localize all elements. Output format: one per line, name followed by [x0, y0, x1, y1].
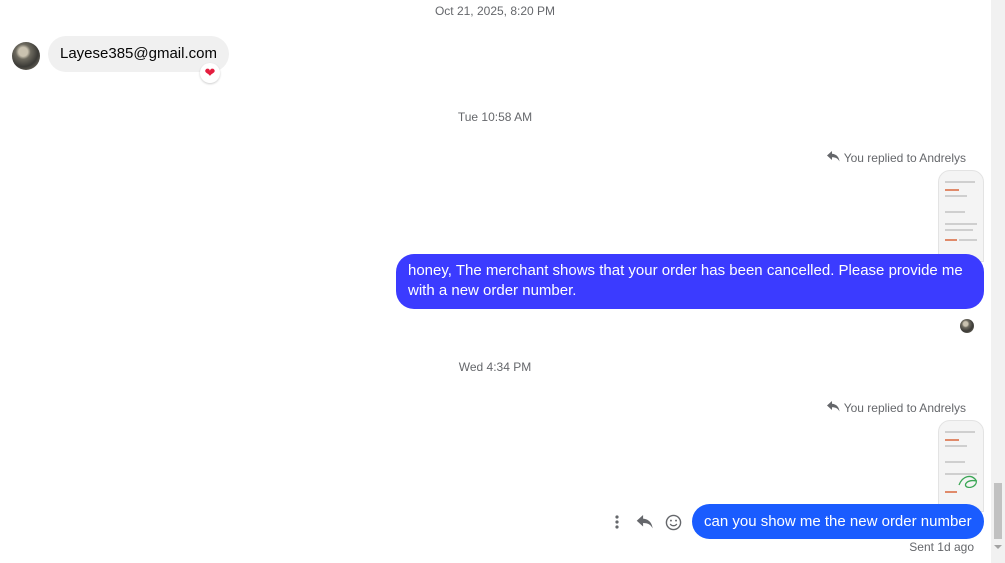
scrollbar-thumb[interactable]	[994, 483, 1002, 539]
message-text: Layese385@gmail.com	[60, 45, 217, 62]
smiley-icon[interactable]	[661, 510, 685, 534]
reply-context-label: You replied to Andrelys	[826, 401, 966, 415]
outgoing-message-bubble[interactable]: can you show me the new order number	[692, 504, 984, 539]
heart-reaction-icon[interactable]: ❤	[200, 63, 220, 83]
contact-avatar[interactable]	[12, 42, 40, 70]
message-text: honey, The merchant shows that your orde…	[408, 262, 963, 299]
reply-label-text: You replied to Andrelys	[843, 151, 966, 165]
outgoing-message-bubble[interactable]: honey, The merchant shows that your orde…	[396, 254, 984, 309]
more-vertical-icon[interactable]	[605, 510, 629, 534]
seen-avatar	[960, 319, 974, 333]
message-status: Sent 1d ago	[909, 540, 974, 554]
reply-icon[interactable]	[633, 510, 657, 534]
reply-context-label: You replied to Andrelys	[826, 151, 966, 165]
timestamp-divider: Wed 4:34 PM	[458, 360, 532, 374]
timestamp-divider: Tue 10:58 AM	[457, 110, 533, 124]
scribble-icon	[958, 475, 978, 489]
replied-image-thumbnail[interactable]	[938, 170, 984, 262]
reply-arrow-icon	[826, 151, 840, 165]
message-text: can you show me the new order number	[704, 513, 972, 530]
reply-arrow-icon	[826, 401, 840, 415]
reply-label-text: You replied to Andrelys	[843, 401, 966, 415]
scrollbar[interactable]	[991, 0, 1005, 563]
timestamp-divider: Oct 21, 2025, 8:20 PM	[434, 4, 556, 18]
reaction-emoji: ❤	[204, 65, 216, 80]
scroll-down-arrow-icon[interactable]	[994, 545, 1002, 549]
replied-image-thumbnail[interactable]	[938, 420, 984, 512]
